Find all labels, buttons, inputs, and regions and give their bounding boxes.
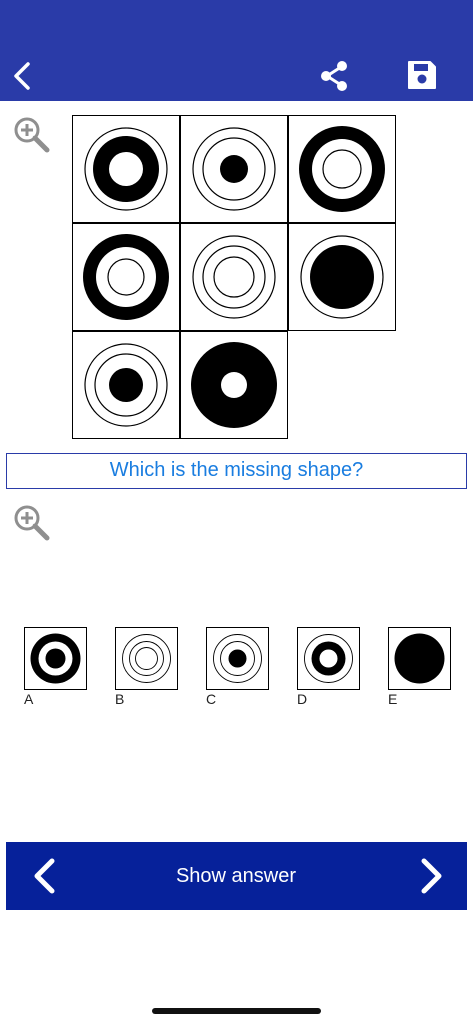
chevron-left-icon[interactable] xyxy=(10,60,36,92)
option-figure xyxy=(115,627,178,690)
puzzle-cell-r3c1 xyxy=(72,331,180,439)
answer-option-a[interactable]: A xyxy=(24,627,88,707)
option-letter: E xyxy=(388,691,398,707)
puzzle-cell-r2c2 xyxy=(180,223,288,331)
zoom-in-icon[interactable] xyxy=(11,114,51,154)
chevron-left-icon[interactable] xyxy=(28,856,62,896)
share-icon[interactable] xyxy=(317,59,351,93)
puzzle-screen: Which is the missing shape? A B C D E Sh… xyxy=(0,0,473,1024)
puzzle-cell-r1c2 xyxy=(180,115,288,223)
home-indicator[interactable] xyxy=(152,1008,321,1014)
puzzle-cell-r1c1 xyxy=(72,115,180,223)
answer-option-c[interactable]: C xyxy=(206,627,270,707)
puzzle-cell-r3c2 xyxy=(180,331,288,439)
option-letter: B xyxy=(115,691,125,707)
puzzle-cell-r2c1 xyxy=(72,223,180,331)
option-figure xyxy=(388,627,451,690)
option-figure xyxy=(24,627,87,690)
show-answer-button[interactable]: Show answer xyxy=(136,842,336,910)
chevron-right-icon[interactable] xyxy=(414,856,448,896)
puzzle-cell-r1c3 xyxy=(288,115,396,223)
option-figure xyxy=(297,627,360,690)
floppy-disk-icon[interactable] xyxy=(406,59,438,91)
option-letter: D xyxy=(297,691,308,707)
option-letter: C xyxy=(206,691,217,707)
answer-option-b[interactable]: B xyxy=(115,627,179,707)
zoom-in-icon[interactable] xyxy=(11,502,51,542)
answer-option-d[interactable]: D xyxy=(297,627,361,707)
puzzle-cell-r2c3 xyxy=(288,223,396,331)
puzzle-grid xyxy=(72,115,396,439)
answer-option-e[interactable]: E xyxy=(388,627,452,707)
question-prompt: Which is the missing shape? xyxy=(6,453,467,489)
option-letter: A xyxy=(24,691,34,707)
option-figure xyxy=(206,627,269,690)
bottom-navigation-bar: Show answer xyxy=(6,842,467,910)
top-app-bar xyxy=(0,0,473,101)
